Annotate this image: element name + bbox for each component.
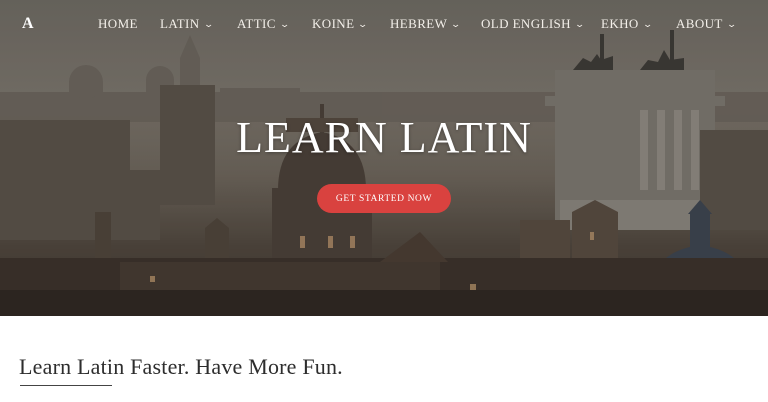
nav-item-home[interactable]: HOME: [98, 16, 138, 32]
heading-underline: [20, 385, 112, 386]
chevron-down-icon: ⌄: [642, 19, 654, 29]
main-nav: HOME LATIN ⌄ ATTIC ⌄ KOINE ⌄ HEBREW ⌄ OLD EN…: [98, 16, 768, 36]
site-logo[interactable]: A: [22, 15, 34, 33]
nav-item-hebrew[interactable]: HEBREW ⌄: [390, 16, 462, 32]
nav-item-label: ABOUT: [676, 16, 723, 31]
chevron-down-icon: ⌄: [726, 19, 738, 29]
section-heading: Learn Latin Faster. Have More Fun.: [19, 354, 343, 379]
nav-item-label: KOINE: [312, 16, 355, 31]
nav-item-koine[interactable]: KOINE ⌄: [312, 16, 369, 32]
chevron-down-icon: ⌄: [357, 19, 369, 29]
nav-item-ekho[interactable]: EKHO ⌄: [601, 16, 654, 32]
get-started-button[interactable]: GET STARTED NOW: [317, 184, 451, 213]
nav-item-label: HEBREW: [390, 16, 448, 31]
nav-item-about[interactable]: ABOUT ⌄: [676, 16, 738, 32]
nav-item-latin[interactable]: LATIN ⌄: [160, 16, 215, 32]
chevron-down-icon: ⌄: [450, 19, 462, 29]
nav-item-label: LATIN: [160, 16, 200, 31]
nav-item-label: EKHO: [601, 16, 639, 31]
hero-title: LEARN LATIN: [236, 113, 532, 162]
nav-item-old-english[interactable]: OLD ENGLISH ⌄: [481, 16, 586, 32]
nav-item-label: HOME: [98, 16, 138, 31]
nav-item-label: OLD ENGLISH: [481, 16, 571, 31]
chevron-down-icon: ⌄: [574, 19, 586, 29]
chevron-down-icon: ⌄: [202, 19, 215, 29]
intro-section: Learn Latin Faster. Have More Fun.: [0, 316, 768, 402]
hero-banner: A HOME LATIN ⌄ ATTIC ⌄ KOINE ⌄ HEBREW ⌄ OLD …: [0, 0, 768, 316]
chevron-down-icon: ⌄: [279, 19, 291, 29]
nav-item-attic[interactable]: ATTIC ⌄: [237, 16, 291, 32]
nav-item-label: ATTIC: [237, 16, 276, 31]
